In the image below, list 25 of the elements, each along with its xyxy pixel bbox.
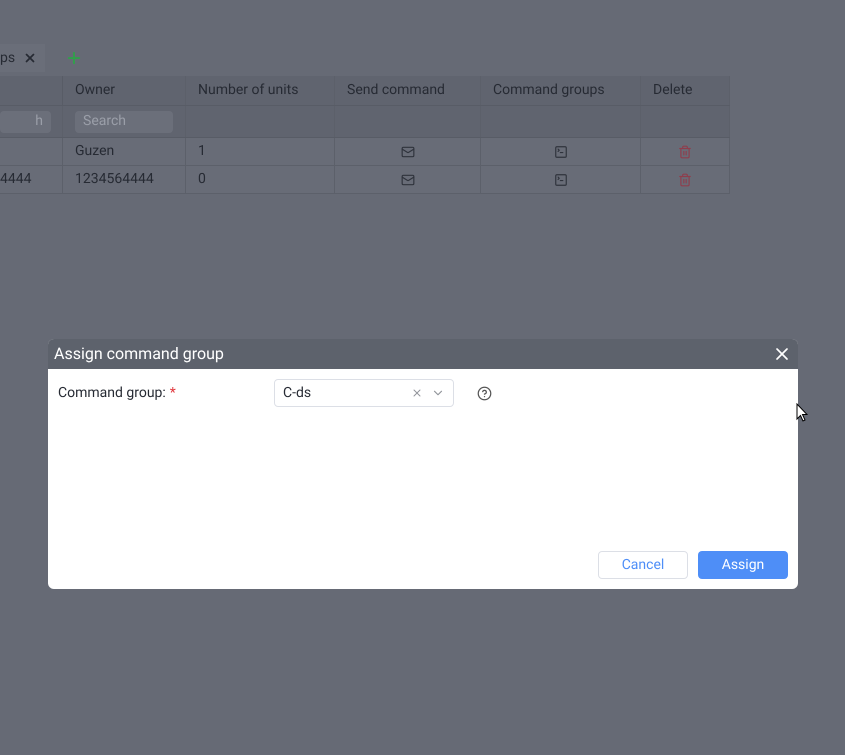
- envelope-icon[interactable]: [400, 172, 414, 186]
- table-cell-text: 1: [198, 142, 206, 161]
- cancel-button[interactable]: Cancel: [598, 551, 688, 579]
- column-header: Delete: [653, 81, 692, 100]
- column-header: Number of units: [198, 81, 298, 100]
- required-marker: *: [170, 384, 176, 402]
- terminal-icon[interactable]: [554, 144, 568, 158]
- trash-icon[interactable]: [678, 144, 692, 158]
- assign-button[interactable]: Assign: [698, 551, 788, 579]
- help-icon[interactable]: [477, 386, 492, 400]
- table-cell-text: 0: [198, 170, 206, 189]
- clear-icon[interactable]: [411, 387, 423, 399]
- column-header: Owner: [75, 81, 116, 100]
- column-header: Send command: [347, 81, 445, 100]
- field-label: Command group:: [58, 384, 166, 402]
- trash-icon[interactable]: [678, 172, 692, 186]
- envelope-icon[interactable]: [400, 144, 414, 158]
- dialog-title: Assign command group: [54, 343, 224, 365]
- table-cell-text: 4444: [0, 170, 32, 189]
- terminal-icon[interactable]: [554, 172, 568, 186]
- select-field[interactable]: C-ds: [274, 379, 454, 407]
- column-header: Command groups: [493, 81, 605, 100]
- table-cell-text: 1234564444: [75, 170, 154, 189]
- table-cell-text: Guzen: [75, 142, 114, 161]
- close-icon[interactable]: [23, 51, 38, 65]
